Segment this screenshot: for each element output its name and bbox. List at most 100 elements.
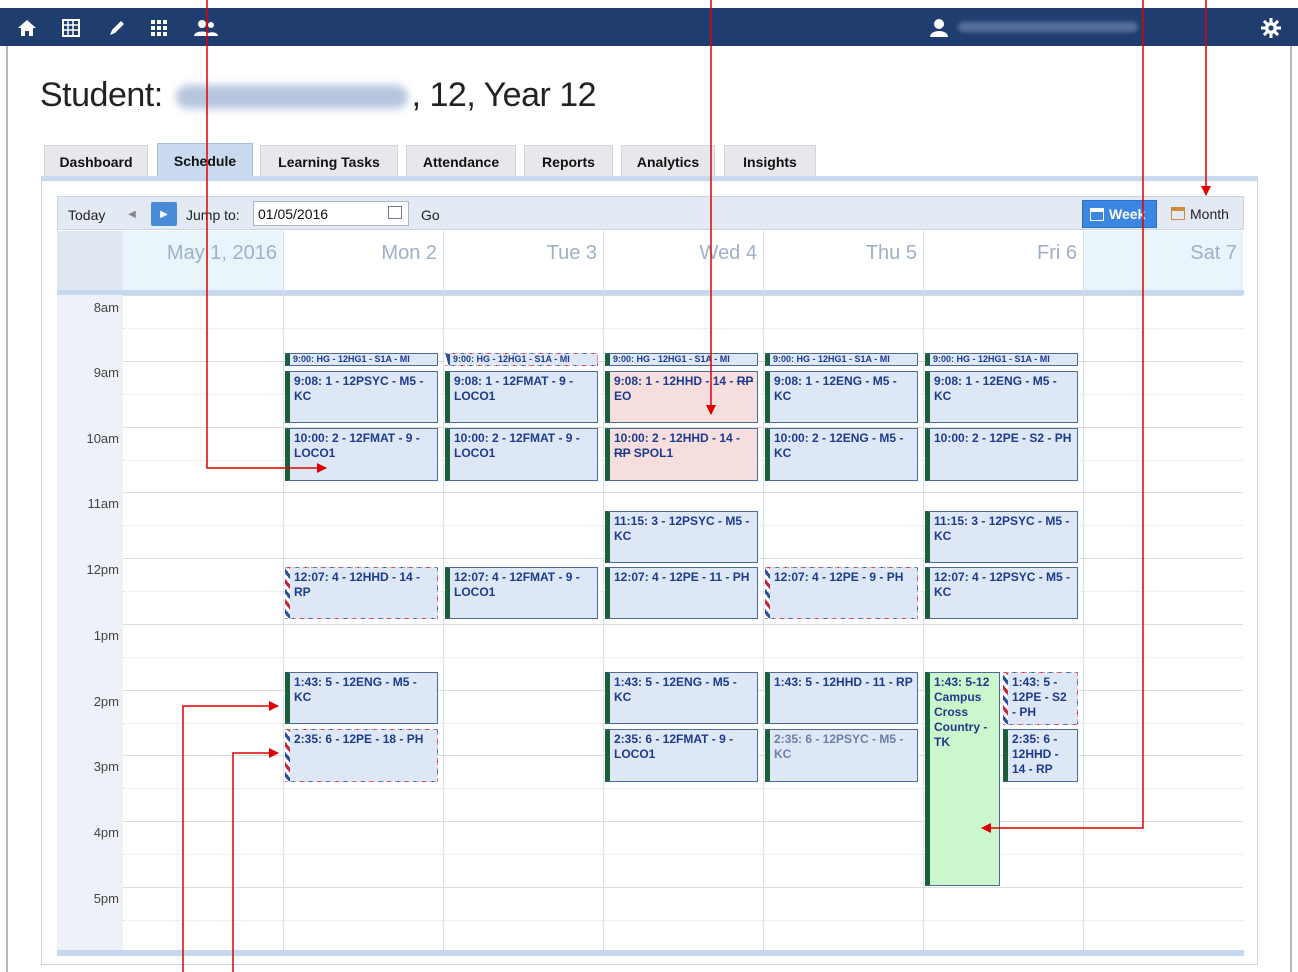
event-text: 10:00: 2 - 12HHD - 14 - (614, 431, 741, 445)
apps-grid-icon[interactable] (148, 17, 170, 39)
student-title: Student: , 12, Year 12 (40, 76, 597, 115)
event-fri-homegroup[interactable]: 9:00: HG - 12HG1 - S1A - MI (925, 353, 1078, 366)
event-tue-period2[interactable]: 10:00: 2 - 12FMAT - 9 - LOCO1 (445, 428, 598, 481)
event-fri-period1[interactable]: 9:08: 1 - 12ENG - M5 - KC (925, 371, 1078, 423)
hour-line (123, 821, 1243, 822)
hour-label: 9am (93, 365, 119, 380)
event-tue-period4[interactable]: 12:07: 4 - 12FMAT - 9 - LOCO1 (445, 567, 598, 619)
half-hour-line (123, 788, 1243, 789)
day-header-label: Sat 7 (1190, 242, 1237, 264)
week-view-button[interactable]: Week (1082, 200, 1157, 228)
tab-learning-tasks[interactable]: Learning Tasks (260, 145, 398, 177)
event-thu-period5[interactable]: 1:43: 5 - 12HHD - 11 - RP (765, 672, 918, 724)
event-wed-homegroup[interactable]: 9:00: HG - 12HG1 - S1A - MI (605, 353, 758, 366)
half-hour-line (123, 328, 1243, 329)
tab-attendance[interactable]: Attendance (406, 145, 516, 177)
today-button[interactable]: Today (68, 207, 105, 223)
day-header-label: Thu 5 (865, 242, 917, 264)
hour-label: 10am (86, 431, 119, 446)
event-mon-period5[interactable]: 1:43: 5 - 12ENG - M5 - KC (285, 672, 438, 724)
hour-line (123, 624, 1243, 625)
time-gutter (57, 295, 123, 955)
hour-label: 12pm (86, 562, 119, 577)
hour-label: 5pm (93, 891, 119, 906)
event-fri-period2[interactable]: 10:00: 2 - 12PE - S2 - PH (925, 428, 1078, 481)
day-header-sun[interactable]: May 1, 2016 (123, 231, 283, 293)
day-header-fri[interactable]: Fri 6 (923, 231, 1083, 293)
user-icon[interactable] (928, 17, 950, 39)
event-mon-homegroup[interactable]: 9:00: HG - 12HG1 - S1A - MI (285, 353, 438, 366)
day-header-sat[interactable]: Sat 7 (1083, 231, 1243, 293)
prev-week-button[interactable]: ◀ (122, 202, 142, 226)
event-wed-period4[interactable]: 12:07: 4 - 12PE - 11 - PH (605, 567, 758, 619)
event-tue-period1[interactable]: 9:08: 1 - 12FMAT - 9 - LOCO1 (445, 371, 598, 423)
jump-to-label: Jump to: (186, 207, 240, 223)
day-column-divider (603, 231, 604, 955)
day-header-mon[interactable]: Mon 2 (283, 231, 443, 293)
event-thu-period4[interactable]: 12:07: 4 - 12PE - 9 - PH (765, 567, 918, 619)
month-view-button[interactable]: Month (1164, 200, 1240, 228)
tab-schedule[interactable]: Schedule (157, 143, 253, 177)
go-button[interactable]: Go (421, 207, 440, 223)
day-header-label: Tue 3 (546, 242, 597, 264)
event-thu-period6[interactable]: 2:35: 6 - 12PSYC - M5 - KC (765, 729, 918, 782)
event-thu-homegroup[interactable]: 9:00: HG - 12HG1 - S1A - MI (765, 353, 918, 366)
home-icon[interactable] (16, 17, 38, 39)
calendar-grid-icon[interactable] (60, 17, 82, 39)
next-week-button[interactable]: ▶ (151, 202, 177, 226)
tab-reports[interactable]: Reports (524, 145, 613, 177)
hour-line (123, 492, 1243, 493)
day-column-divider (923, 231, 924, 955)
event-fri-period6[interactable]: 2:35: 6 - 12HHD - 14 - RP (1003, 729, 1078, 782)
calendar-toolbar: Today ◀ ▶ Jump to: Go Week Month (57, 196, 1244, 230)
tab-insights[interactable]: Insights (724, 145, 816, 177)
event-mon-period1[interactable]: 9:08: 1 - 12PSYC - M5 - KC (285, 371, 438, 423)
event-fri-cross-country[interactable]: 1:43: 5-12 Campus Cross Country - TK (925, 672, 1000, 886)
day-column-divider (443, 231, 444, 955)
event-mon-period2[interactable]: 10:00: 2 - 12FMAT - 9 - LOCO1 (285, 428, 438, 481)
pencil-icon[interactable] (106, 17, 128, 39)
jump-to-date-input[interactable] (253, 201, 409, 226)
event-fri-period4[interactable]: 12:07: 4 - 12PSYC - M5 - KC (925, 567, 1078, 619)
day-header-tue[interactable]: Tue 3 (443, 231, 603, 293)
student-name-blurred (175, 85, 408, 110)
hour-label: 4pm (93, 825, 119, 840)
frame-right-border (1290, 46, 1292, 972)
tab-dashboard[interactable]: Dashboard (44, 145, 148, 177)
people-icon[interactable] (192, 17, 220, 39)
event-wed-period2[interactable]: 10:00: 2 - 12HHD - 14 - RP SPOL1 (605, 428, 758, 481)
event-cancelled-teacher: RP (614, 446, 631, 460)
hour-line (123, 295, 1243, 296)
hour-label: 11am (87, 496, 119, 511)
event-mon-period4[interactable]: 12:07: 4 - 12HHD - 14 - RP (285, 567, 438, 619)
hour-label: 2pm (93, 694, 119, 709)
half-hour-line (123, 854, 1243, 855)
event-wed-period1[interactable]: 9:08: 1 - 12HHD - 14 - RP EO (605, 371, 758, 423)
day-header-wed[interactable]: Wed 4 (603, 231, 763, 293)
event-wed-period3[interactable]: 11:15: 3 - 12PSYC - M5 - KC (605, 511, 758, 563)
event-thu-period1[interactable]: 9:08: 1 - 12ENG - M5 - KC (765, 371, 918, 423)
event-fri-period5[interactable]: 1:43: 5 - 12PE - S2 - PH (1003, 672, 1078, 725)
user-name-blurred[interactable] (958, 22, 1138, 32)
event-wed-period5[interactable]: 1:43: 5 - 12ENG - M5 - KC (605, 672, 758, 724)
event-mon-period6[interactable]: 2:35: 6 - 12PE - 18 - PH (285, 729, 438, 782)
event-fri-period3[interactable]: 11:15: 3 - 12PSYC - M5 - KC (925, 511, 1078, 563)
day-column-divider (763, 231, 764, 955)
month-view-label: Month (1190, 206, 1229, 222)
event-text: EO (614, 389, 632, 403)
event-thu-period2[interactable]: 10:00: 2 - 12ENG - M5 - KC (765, 428, 918, 481)
month-calendar-icon (1171, 207, 1185, 220)
event-tue-homegroup[interactable]: 9:00: HG - 12HG1 - S1A - MI (445, 353, 598, 366)
gear-icon[interactable] (1260, 17, 1282, 39)
date-picker-icon[interactable] (388, 206, 402, 219)
day-header-label: May 1, 2016 (166, 242, 277, 264)
top-nav-bar (0, 8, 1298, 46)
day-header-thu[interactable]: Thu 5 (763, 231, 923, 293)
tab-analytics[interactable]: Analytics (621, 145, 715, 177)
day-header-label: Mon 2 (381, 242, 437, 264)
half-hour-line (123, 920, 1243, 921)
event-wed-period6[interactable]: 2:35: 6 - 12FMAT - 9 - LOCO1 (605, 729, 758, 782)
day-header-label: Fri 6 (1037, 242, 1077, 264)
hour-line (123, 887, 1243, 888)
week-view-label: Week (1109, 206, 1146, 222)
